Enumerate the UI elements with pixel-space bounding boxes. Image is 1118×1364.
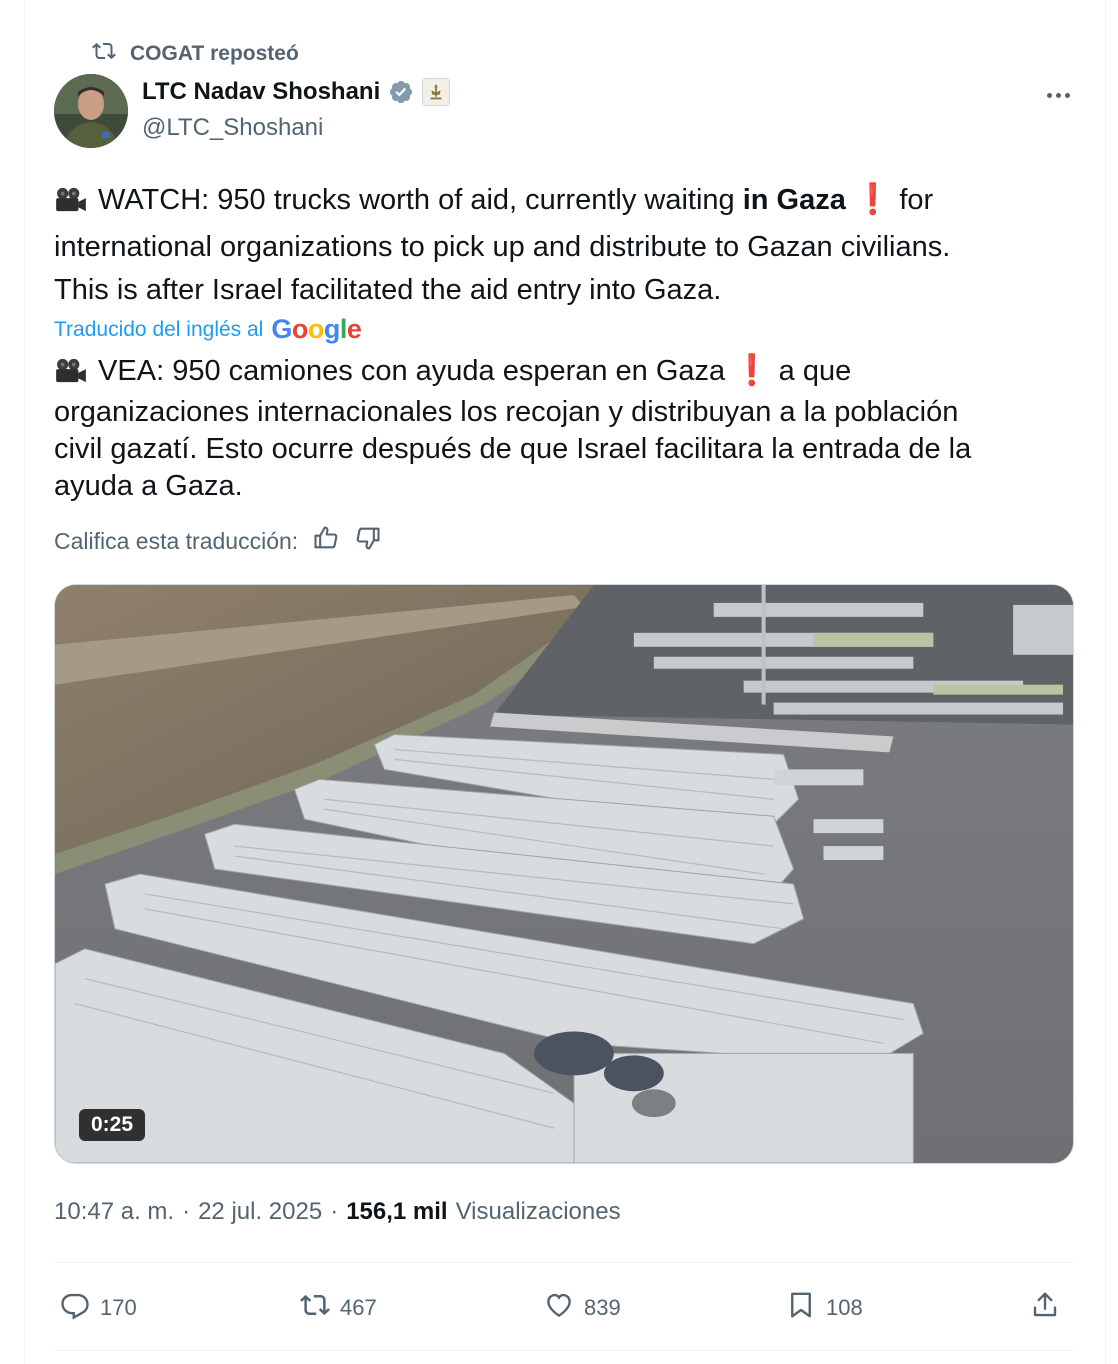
tweet-line-1: WATCH: 950 trucks worth of aid, currentl…: [54, 178, 1064, 226]
reply-icon: [60, 1290, 90, 1326]
repost-label: COGAT reposteó: [130, 42, 299, 65]
tweet-date[interactable]: 22 jul. 2025: [198, 1198, 322, 1226]
divider-top: [54, 1262, 1074, 1263]
divider-bottom: [54, 1350, 1074, 1351]
repost-icon: [300, 1290, 330, 1326]
video-duration-badge: 0:25: [79, 1109, 146, 1141]
movie-camera-icon: [54, 357, 90, 394]
thumbs-up-icon[interactable]: [312, 524, 340, 558]
author-name[interactable]: LTC Nadav Shoshani: [142, 78, 380, 106]
views-count: 156,1 mil: [346, 1198, 448, 1225]
rate-translation: Califica esta traducción:: [54, 524, 382, 558]
like-count: 839: [584, 1295, 621, 1320]
like-button[interactable]: 839: [544, 1286, 621, 1330]
bookmark-icon: [786, 1290, 816, 1326]
translation-line-2: organizaciones internacionales los recoj…: [54, 396, 959, 428]
bookmark-button[interactable]: 108: [786, 1286, 863, 1330]
tweet-text: WATCH: 950 trucks worth of aid, currentl…: [54, 178, 1064, 312]
tweet-meta: 10:47 a. m. · 22 jul. 2025 · 156,1 mil V…: [54, 1198, 621, 1226]
reply-count: 170: [100, 1295, 137, 1320]
tweet-line-3: This is after Israel facilitated the aid…: [54, 274, 722, 306]
heart-icon: [544, 1290, 574, 1326]
action-bar: 170 467 839 108: [54, 1286, 1074, 1330]
translation-line-1: VEA: 950 camiones con ayuda esperan en G…: [54, 352, 1064, 394]
video-player[interactable]: 0:25: [54, 584, 1074, 1164]
share-icon: [1030, 1290, 1060, 1326]
rate-label: Califica esta traducción:: [54, 527, 299, 554]
thumbs-down-icon[interactable]: [354, 524, 382, 558]
google-logo: Google: [271, 314, 362, 344]
more-options-icon[interactable]: [1038, 80, 1078, 110]
translated-text: VEA: 950 camiones con ayuda esperan en G…: [54, 352, 1064, 505]
views-label: Visualizaciones: [455, 1198, 621, 1225]
movie-camera-icon: [54, 183, 90, 226]
author-handle[interactable]: @LTC_Shoshani: [142, 114, 323, 142]
translation-line-4: ayuda a Gaza.: [54, 470, 243, 502]
repost-context[interactable]: COGAT reposteó: [92, 40, 299, 68]
repost-count: 467: [340, 1295, 377, 1320]
repost-button[interactable]: 467: [300, 1286, 377, 1330]
reply-button[interactable]: 170: [60, 1286, 137, 1330]
repost-icon: [92, 39, 116, 69]
video-thumbnail: [55, 585, 1073, 1163]
affiliation-badge-icon[interactable]: [422, 78, 451, 106]
verified-badge-icon[interactable]: [388, 79, 414, 105]
timeline-border-right: [1105, 0, 1106, 1364]
translation-line-3: civil gazatí. Esto ocurre después de que…: [54, 433, 972, 465]
tweet-time[interactable]: 10:47 a. m.: [54, 1198, 174, 1226]
share-button[interactable]: [1030, 1286, 1060, 1330]
timeline-border-left: [24, 0, 25, 1364]
avatar[interactable]: [54, 74, 128, 148]
tweet-line-2: international organizations to pick up a…: [54, 231, 951, 263]
bookmark-count: 108: [826, 1295, 863, 1320]
translated-by-note[interactable]: Traducido del inglés al Google: [54, 314, 362, 345]
